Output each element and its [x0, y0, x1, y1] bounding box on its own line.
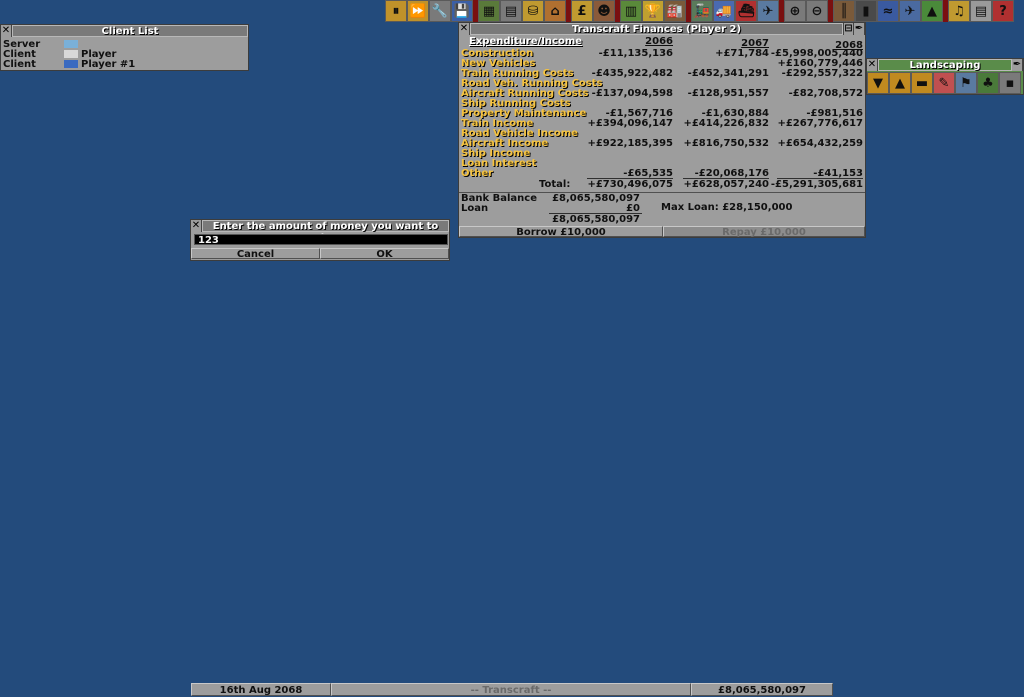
road-vehicles-icon[interactable]: 🚚: [713, 0, 735, 22]
dialog-title[interactable]: Enter the amount of money you want to gi…: [202, 220, 449, 244]
finance-value-cell: -£435,922,482: [591, 68, 673, 79]
company-colour-icon: [64, 50, 78, 58]
ok-button[interactable]: OK: [320, 248, 449, 260]
close-icon[interactable]: ✕: [1, 25, 12, 37]
company-colour-icon: [64, 60, 78, 68]
town-directory-icon[interactable]: ▤: [500, 0, 522, 22]
landscaping-icon[interactable]: ▲: [921, 0, 943, 22]
finance-value-cell: -£128,951,557: [687, 88, 769, 99]
status-company[interactable]: -- Transcraft --: [331, 683, 691, 696]
status-money: £8,065,580,097: [691, 683, 833, 696]
place-sign-icon[interactable]: ▪: [999, 72, 1021, 94]
total-label: Total:: [539, 179, 571, 190]
graphs-icon[interactable]: ▥: [620, 0, 642, 22]
finances-window: ✕ Transcraft Finances (Player 2) ⊟ ✒ Exp…: [458, 22, 866, 238]
music-icon[interactable]: ♫: [948, 0, 970, 22]
finance-value-cell: +£71,784: [715, 48, 769, 59]
demolish-icon[interactable]: ✎: [933, 72, 955, 94]
client-role: Client: [3, 59, 36, 70]
finance-value-cell: -£452,341,291: [687, 68, 769, 79]
league-trophy-icon[interactable]: 🏆: [642, 0, 664, 22]
pause-icon[interactable]: ⏸: [385, 0, 407, 22]
money-amount-input[interactable]: 123: [194, 234, 448, 246]
max-loan-label: Max Loan: £28,150,000: [661, 202, 793, 213]
build-airport-icon[interactable]: ✈: [899, 0, 921, 22]
plant-trees-icon[interactable]: ♣: [977, 72, 999, 94]
loan-label: Loan: [461, 203, 489, 214]
borrow-button[interactable]: Borrow £10,000: [459, 226, 663, 238]
level-land-icon[interactable]: ▬: [911, 72, 933, 94]
build-rail-icon[interactable]: ║: [833, 0, 855, 22]
finance-value-cell: -£137,094,598: [591, 88, 673, 99]
help-icon[interactable]: ?: [992, 0, 1014, 22]
build-water-icon[interactable]: ≈: [877, 0, 899, 22]
zoom-out-icon[interactable]: ⊖: [806, 0, 828, 22]
subsidies-icon[interactable]: ⛁: [522, 0, 544, 22]
total-value-cell: +£628,057,240: [683, 179, 769, 190]
finance-value-cell: +£267,776,617: [777, 118, 863, 129]
collapse-icon[interactable]: ⊟: [843, 23, 854, 35]
close-icon[interactable]: ✕: [191, 220, 202, 232]
close-icon[interactable]: ✕: [459, 23, 470, 35]
news-icon[interactable]: ▤: [970, 0, 992, 22]
landscaping-toolbar: ✕ Landscaping ✒ ▼ ▲ ▬ ✎ ⚑ ♣ ▪: [866, 58, 1024, 95]
finance-value-cell: +£414,226,832: [683, 118, 769, 129]
finances-icon[interactable]: £: [571, 0, 593, 22]
total-value-cell: +£730,496,075: [587, 179, 673, 190]
window-title[interactable]: Client List: [12, 25, 248, 37]
repay-button[interactable]: Repay £10,000: [663, 226, 865, 238]
sticky-pin-icon[interactable]: ✒: [854, 23, 865, 35]
year-header: 2066: [645, 36, 673, 47]
build-road-icon[interactable]: ▮: [855, 0, 877, 22]
settings-wrench-icon[interactable]: 🔧: [429, 0, 451, 22]
status-date: 16th Aug 2068: [191, 683, 331, 696]
client-name[interactable]: Player #1: [81, 59, 135, 70]
sticky-pin-icon[interactable]: ✒: [1012, 59, 1023, 71]
raise-land-icon[interactable]: ▲: [889, 72, 911, 94]
finance-value-cell: +£816,750,532: [683, 138, 769, 149]
close-icon[interactable]: ✕: [867, 59, 878, 71]
client-list-window: ✕ Client List Server Client Player Client Pl…: [0, 24, 249, 71]
lower-land-icon[interactable]: ▼: [867, 72, 889, 94]
trains-icon[interactable]: 🚂: [691, 0, 713, 22]
finance-value-cell: -£292,557,322: [781, 68, 863, 79]
cancel-button[interactable]: Cancel: [191, 248, 320, 260]
give-money-dialog: ✕ Enter the amount of money you want to …: [190, 219, 450, 261]
expenditure-income-header: Expenditure/Income: [469, 36, 583, 47]
finance-value-cell: -£11,135,136: [598, 48, 673, 59]
net-worth-value: £8,065,580,097: [552, 214, 640, 225]
main-toolbar: ⏸ ⏩ 🔧 💾 ▦ ▤ ⛁ ⌂ £ ☻ ▥ 🏆 🏭 🚂 🚚 ⛴ ✈ ⊕ ⊖ ║ ▮ ≈ ✈ ▲ ♫ ▤?: [385, 0, 1014, 22]
finance-value-cell: -£82,708,572: [788, 88, 863, 99]
finance-value-cell: +£654,432,259: [777, 138, 863, 149]
buy-land-icon[interactable]: ⚑: [955, 72, 977, 94]
ships-icon[interactable]: ⛴: [735, 0, 757, 22]
industry-icon[interactable]: 🏭: [664, 0, 686, 22]
company-manager-icon[interactable]: ☻: [593, 0, 615, 22]
zoom-in-icon[interactable]: ⊕: [784, 0, 806, 22]
total-value-cell: -£5,291,305,681: [770, 179, 863, 190]
window-title[interactable]: Transcraft Finances (Player 2): [470, 23, 843, 35]
window-title[interactable]: Landscaping: [878, 59, 1012, 71]
fast-forward-icon[interactable]: ⏩: [407, 0, 429, 22]
map-icon[interactable]: ▦: [478, 0, 500, 22]
finance-value-cell: +£922,185,395: [587, 138, 673, 149]
company-colour-icon: [64, 40, 78, 48]
aircraft-icon[interactable]: ✈: [757, 0, 779, 22]
finance-value-cell: +£394,096,147: [587, 118, 673, 129]
finance-category-label: Other: [461, 168, 494, 179]
save-disk-icon[interactable]: 💾: [451, 0, 473, 22]
stations-icon[interactable]: ⌂: [544, 0, 566, 22]
status-bar: 16th Aug 2068 -- Transcraft -- £8,065,58…: [191, 683, 833, 696]
